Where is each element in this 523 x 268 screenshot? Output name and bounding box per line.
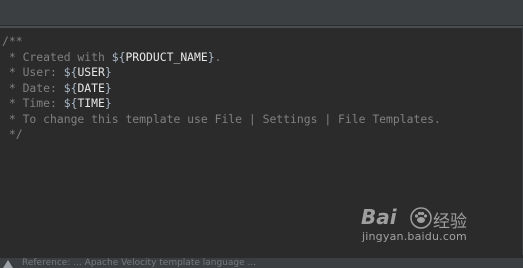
- paw-icon: [410, 207, 432, 229]
- comment-text: */: [2, 127, 23, 141]
- template-brace: ${: [63, 96, 78, 110]
- template-brace: ${: [63, 80, 78, 95]
- baidu-brand-cn: 经验: [433, 212, 467, 232]
- template-variable: TIME: [77, 96, 105, 110]
- toolbar-strip: [0, 0, 523, 26]
- code-line: */: [2, 127, 441, 143]
- comment-text: * User:: [2, 65, 64, 79]
- template-brace: }: [104, 96, 112, 110]
- template-brace: }: [104, 65, 112, 79]
- template-brace: }: [207, 49, 215, 64]
- warning-icon: [3, 260, 13, 268]
- code-line: * User: ${USER}: [2, 65, 441, 81]
- code-line: /**: [2, 34, 441, 50]
- status-hint: Reference: ... Apache Velocity template …: [22, 258, 257, 268]
- comment-text: * Created with: [2, 49, 112, 64]
- status-bar: Reference: ... Apache Velocity template …: [0, 258, 523, 268]
- comment-text: /**: [2, 34, 23, 48]
- template-brace: ${: [63, 65, 78, 79]
- template-brace: }: [104, 80, 112, 95]
- code-line: * To change this template use File | Set…: [2, 112, 441, 128]
- comment-text: * Time:: [2, 96, 64, 110]
- template-variable: DATE: [77, 80, 105, 95]
- comment-text: * To change this template use File | Set…: [2, 111, 441, 126]
- comment-text: .: [214, 49, 222, 64]
- template-variable: USER: [77, 65, 105, 79]
- code-line: * Time: ${TIME}: [2, 96, 441, 112]
- code-line: * Date: ${DATE}: [2, 81, 441, 97]
- template-variable: PRODUCT_NAME: [125, 49, 208, 64]
- baidu-watermark: Bai 经验 jingyan.baidu.com: [335, 205, 495, 255]
- watermark-url: jingyan.baidu.com: [362, 230, 467, 243]
- code-line: * Created with ${PRODUCT_NAME}.: [2, 50, 441, 66]
- template-brace: ${: [111, 49, 126, 64]
- template-code[interactable]: /** * Created with ${PRODUCT_NAME}. * Us…: [2, 34, 441, 143]
- baidu-logo-text: Bai: [361, 205, 397, 229]
- comment-text: * Date:: [2, 80, 64, 95]
- ide-window: /** * Created with ${PRODUCT_NAME}. * Us…: [0, 0, 523, 268]
